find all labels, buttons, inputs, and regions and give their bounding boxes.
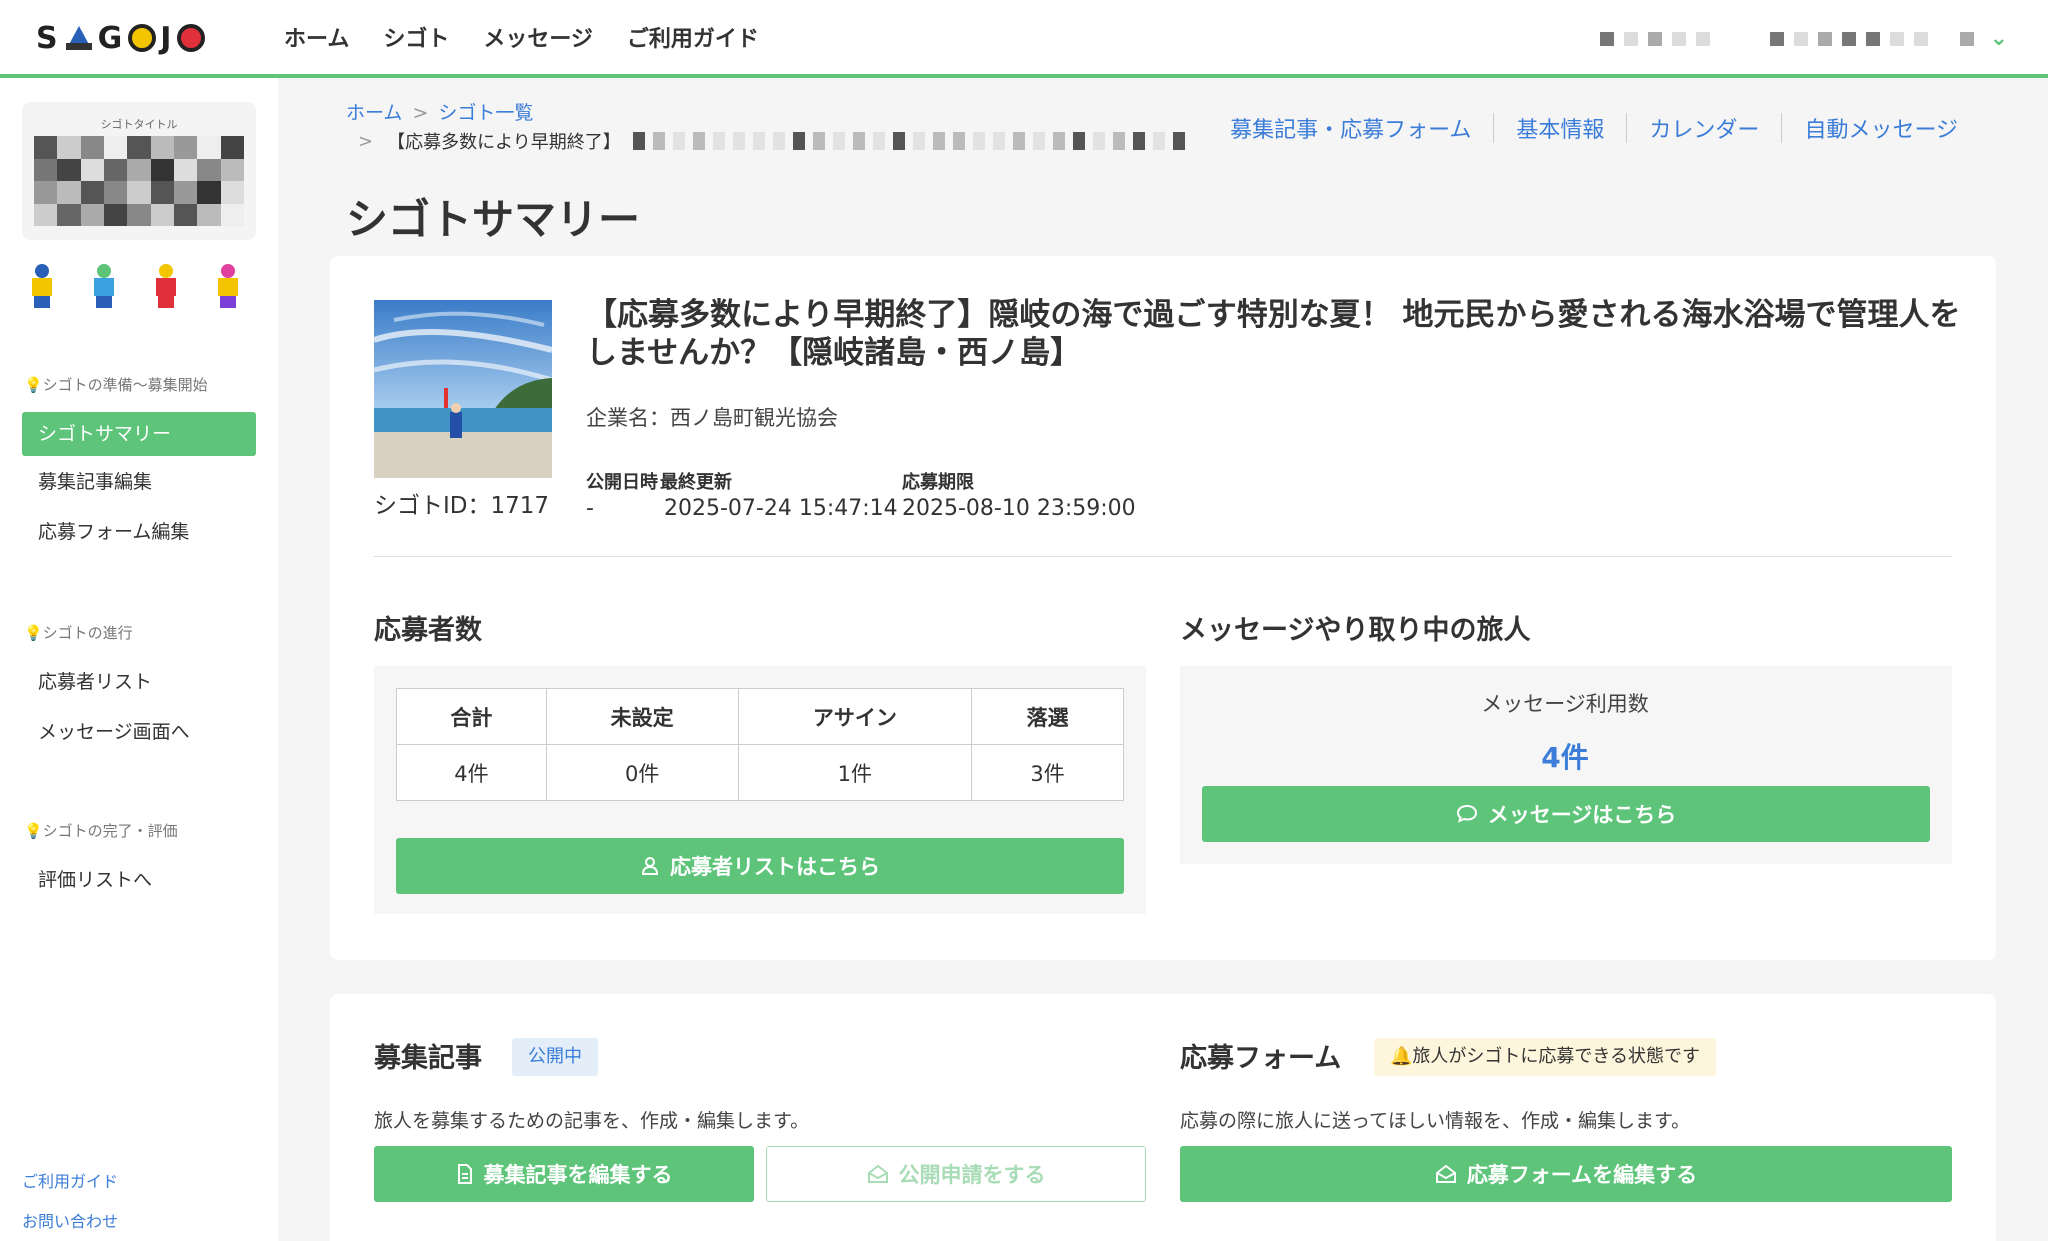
logo-letter: J bbox=[160, 20, 174, 56]
edit-article-button-label: 募集記事を編集する bbox=[483, 1163, 673, 1187]
edit-article-button[interactable]: 募集記事を編集する bbox=[374, 1146, 754, 1202]
character-figures bbox=[24, 264, 246, 308]
logo-triangle-icon bbox=[65, 26, 92, 50]
job-id: シゴトID：1717 bbox=[374, 493, 550, 519]
deadline-value: 2025-08-10 23:59:00 bbox=[902, 496, 1136, 521]
nav-guide[interactable]: ご利用ガイド bbox=[627, 21, 759, 53]
sidebar-section-completion: 💡シゴトの完了・評価 bbox=[24, 822, 178, 840]
publish-request-button-label: 公開申請をする bbox=[898, 1163, 1046, 1187]
publish-request-button[interactable]: 公開申請をする bbox=[766, 1146, 1146, 1202]
blurred-text bbox=[632, 132, 1185, 150]
message-usage-label: メッセージ利用数 bbox=[1481, 692, 1649, 716]
sidebar-section-progress: 💡シゴトの進行 bbox=[24, 624, 133, 642]
logo-red-circle-icon bbox=[177, 24, 206, 52]
breadcrumb-current: > 【応募多数により早期終了】 bbox=[358, 128, 1185, 154]
sidebar-item-article-edit[interactable]: 募集記事編集 bbox=[22, 460, 256, 504]
article-form-card: 募集記事 公開中 旅人を募集するための記事を、作成・編集します。 募集記事を編集… bbox=[330, 994, 1996, 1241]
sidebar-guide-link[interactable]: ご利用ガイド bbox=[22, 1168, 118, 1192]
updated-label: 最終更新 bbox=[660, 472, 732, 493]
edit-form-button[interactable]: 応募フォームを編集する bbox=[1180, 1146, 1952, 1202]
applicants-heading: 応募者数 bbox=[374, 615, 482, 646]
sidebar-section-preparation: 💡シゴトの準備〜募集開始 bbox=[24, 376, 208, 394]
logo-letter: G bbox=[97, 20, 125, 56]
logo-letter: S bbox=[36, 20, 60, 56]
user-icon bbox=[641, 857, 659, 875]
divider bbox=[374, 556, 1952, 557]
page-title: シゴトサマリー bbox=[346, 195, 641, 244]
tab-auto-message[interactable]: 自動メッセージ bbox=[1782, 112, 1980, 144]
edit-form-button-label: 応募フォームを編集する bbox=[1466, 1163, 1698, 1187]
messages-panel: メッセージ利用数 4件 メッセージはこちら bbox=[1180, 666, 1952, 864]
sidebar-item-reviews[interactable]: 評価リストへ bbox=[22, 858, 256, 902]
deadline-label: 応募期限 bbox=[902, 472, 974, 493]
breadcrumb-current-title: 【応募多数により早期終了】 bbox=[387, 132, 621, 153]
user-menu[interactable]: ⌄ bbox=[1599, 26, 2008, 51]
logo-yellow-circle-icon bbox=[128, 24, 157, 52]
company-name: 企業名：西ノ島町観光協会 bbox=[586, 406, 838, 430]
tab-calendar[interactable]: カレンダー bbox=[1627, 112, 1781, 144]
person-icon bbox=[210, 264, 246, 308]
applicants-table: 合計 未設定 アサイン 落選 4件 0件 1件 3件 bbox=[396, 688, 1124, 801]
person-icon bbox=[148, 264, 184, 308]
val-total: 4件 bbox=[396, 744, 547, 801]
blurred-title-image bbox=[34, 136, 244, 226]
messages-heading: メッセージやり取り中の旅人 bbox=[1180, 615, 1531, 646]
sidebar: シゴトタイトル 💡シゴトの準備〜募集開始 シゴトサマリー 募集記事編集 応募フォ… bbox=[0, 78, 278, 1241]
applicant-list-button[interactable]: 応募者リストはこちら bbox=[396, 838, 1124, 894]
top-header: S G J ホーム シゴト メッセージ ご利用ガイド ⌄ bbox=[0, 0, 2048, 78]
col-assigned: アサイン bbox=[737, 688, 973, 745]
col-total: 合計 bbox=[396, 688, 547, 745]
col-unset: 未設定 bbox=[545, 688, 739, 745]
sagojo-logo[interactable]: S G J bbox=[36, 20, 206, 56]
recruit-article-desc: 旅人を募集するための記事を、作成・編集します。 bbox=[374, 1110, 810, 1132]
sidebar-item-applicant-list[interactable]: 応募者リスト bbox=[22, 660, 256, 704]
breadcrumb-home[interactable]: ホーム bbox=[346, 102, 402, 124]
document-icon bbox=[457, 1164, 472, 1184]
status-badge-accepting: 🔔旅人がシゴトに応募できる状態です bbox=[1374, 1038, 1717, 1076]
title-card-caption: シゴトタイトル bbox=[100, 118, 178, 131]
published-label: 公開日時 bbox=[586, 472, 658, 493]
breadcrumb: ホーム > シゴト一覧 bbox=[346, 102, 534, 124]
speech-bubble-icon bbox=[1456, 804, 1477, 823]
nav-shigoto[interactable]: シゴト bbox=[383, 21, 449, 53]
envelope-open-icon bbox=[1435, 1164, 1456, 1183]
person-icon bbox=[24, 264, 60, 308]
job-title-card: シゴトタイトル bbox=[22, 102, 256, 240]
applicants-panel: 合計 未設定 アサイン 落選 4件 0件 1件 3件 応募者リストはこちら bbox=[374, 666, 1146, 914]
sidebar-contact-link[interactable]: お問い合わせ bbox=[22, 1208, 118, 1232]
nav-home[interactable]: ホーム bbox=[284, 21, 349, 53]
applicant-list-button-label: 応募者リストはこちら bbox=[670, 855, 880, 879]
sidebar-item-form-edit[interactable]: 応募フォーム編集 bbox=[22, 510, 256, 554]
person-icon bbox=[86, 264, 122, 308]
message-usage-count: 4件 bbox=[1541, 741, 1589, 774]
tab-article-form[interactable]: 募集記事・応募フォーム bbox=[1208, 112, 1493, 144]
sidebar-item-messages[interactable]: メッセージ画面へ bbox=[22, 710, 256, 754]
application-form-desc: 応募の際に旅人に送ってほしい情報を、作成・編集します。 bbox=[1180, 1110, 1691, 1132]
envelope-open-icon bbox=[867, 1164, 888, 1183]
recruit-article-heading: 募集記事 bbox=[374, 1043, 482, 1074]
published-value: - bbox=[586, 496, 594, 521]
col-rejected: 落選 bbox=[971, 688, 1124, 745]
chevron-down-icon[interactable]: ⌄ bbox=[1990, 26, 2008, 51]
main-nav: ホーム シゴト メッセージ ご利用ガイド bbox=[284, 0, 759, 74]
messages-button[interactable]: メッセージはこちら bbox=[1202, 786, 1930, 842]
job-thumbnail[interactable] bbox=[374, 300, 552, 478]
val-unset: 0件 bbox=[545, 744, 739, 801]
nav-message[interactable]: メッセージ bbox=[483, 21, 593, 53]
breadcrumb-list[interactable]: シゴト一覧 bbox=[438, 102, 533, 124]
messages-button-label: メッセージはこちら bbox=[1487, 803, 1677, 827]
val-rejected: 3件 bbox=[971, 744, 1124, 801]
updated-value: 2025-07-24 15:47:14 bbox=[664, 496, 898, 521]
tab-basic-info[interactable]: 基本情報 bbox=[1494, 112, 1626, 144]
sidebar-item-summary[interactable]: シゴトサマリー bbox=[22, 412, 256, 456]
status-badge-published: 公開中 bbox=[512, 1038, 598, 1076]
application-form-heading: 応募フォーム bbox=[1180, 1043, 1342, 1074]
job-tabs: 募集記事・応募フォーム 基本情報 カレンダー 自動メッセージ bbox=[1208, 112, 1980, 144]
val-assigned: 1件 bbox=[737, 744, 973, 801]
summary-card: シゴトID：1717 【応募多数により早期終了】隠岐の海で過ごす特別な夏！ 地元… bbox=[330, 256, 1996, 960]
job-title: 【応募多数により早期終了】隠岐の海で過ごす特別な夏！ 地元民から愛される海水浴場… bbox=[586, 297, 1961, 371]
